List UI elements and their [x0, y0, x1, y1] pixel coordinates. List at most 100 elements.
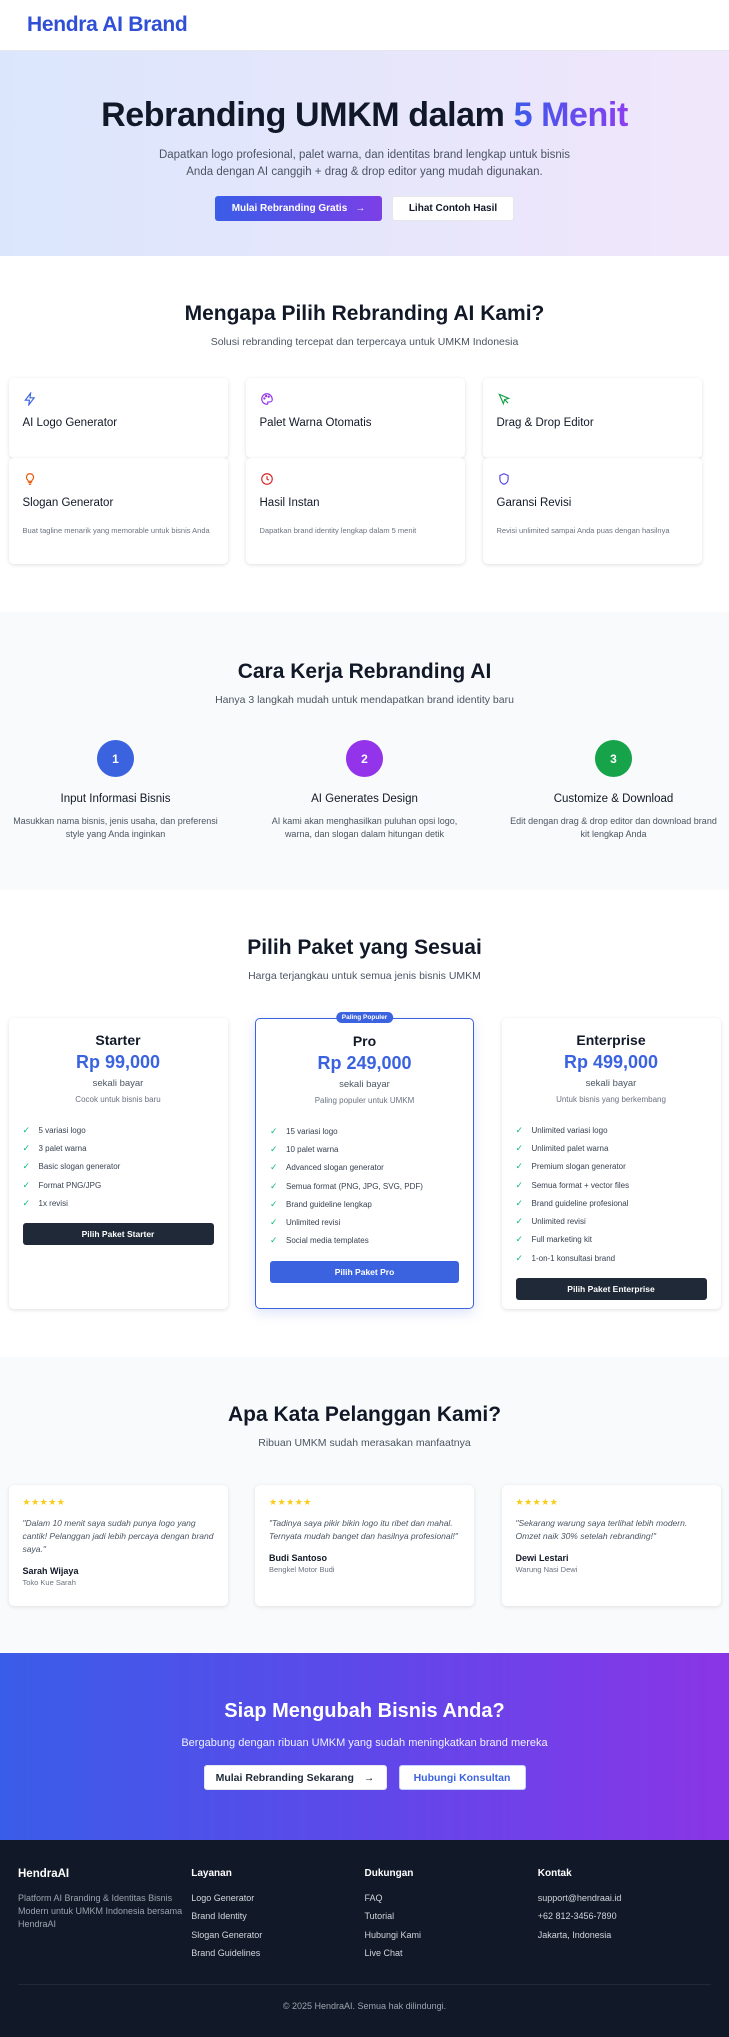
feature-title: Hasil Instan: [259, 497, 320, 509]
plan-desc: Untuk bisnis yang berkembang: [556, 1095, 666, 1104]
step-item: 2 AI Generates Design AI kami akan mengh…: [258, 740, 472, 841]
star-rating-icon: ★★★★★: [515, 1497, 559, 1507]
star-rating-icon: ★★★★★: [22, 1497, 66, 1507]
step-title: AI Generates Design: [311, 793, 418, 805]
plan-feature: ✓ Premium slogan generator: [516, 1158, 707, 1176]
pricing-title: Pilih Paket yang Sesuai: [247, 936, 482, 959]
feature-card: AI Logo Generator: [8, 378, 228, 458]
testimonial-business: Warung Nasi Dewi: [515, 1565, 578, 1574]
start-rebranding-button[interactable]: Mulai Rebranding Gratis →: [215, 196, 382, 221]
brand-logo[interactable]: Hendra AI Brand: [27, 13, 188, 37]
arrow-right-icon: →: [355, 203, 366, 214]
plan-feature: ✓ Basic slogan generator: [23, 1158, 214, 1176]
plan-feature-label: Semua format (PNG, JPG, SVG, PDF): [286, 1181, 423, 1191]
plan-price: Rp 249,000: [317, 1053, 412, 1073]
plan-feature-label: Premium slogan generator: [531, 1162, 626, 1172]
choose-pro-button[interactable]: Pilih Paket Pro: [270, 1261, 459, 1284]
features-grid: AI Logo Generator Palet Warna Otomatis D…: [8, 378, 721, 564]
testimonial-business: Toko Kue Sarah: [22, 1578, 76, 1587]
clock-icon: [260, 473, 273, 485]
arrow-right-icon: →: [363, 1771, 375, 1784]
hero-title-main: Rebranding UMKM dalam: [101, 96, 514, 134]
footer-columns: HendraAI Platform AI Branding & Identita…: [18, 1868, 711, 1962]
plan-feature-label: Brand guideline profesional: [531, 1198, 629, 1208]
feature-card: Palet Warna Otomatis: [245, 378, 465, 458]
footer-link[interactable]: Slogan Generator: [191, 1926, 364, 1944]
check-icon: ✓: [22, 1197, 31, 1208]
footer-brand-column: HendraAI Platform AI Branding & Identita…: [18, 1868, 191, 1962]
footer-link[interactable]: Brand Identity: [191, 1907, 364, 1925]
plan-feature-label: 1x revisi: [38, 1198, 68, 1208]
plan-card-enterprise: Enterprise Rp 499,000 sekali bayar Untuk…: [501, 1018, 721, 1309]
plan-feature-label: 3 palet warna: [38, 1143, 87, 1153]
plan-name: Starter: [95, 1032, 141, 1048]
feature-title: Palet Warna Otomatis: [259, 417, 372, 429]
footer-column-kontak: Kontak support@hendraai.id +62 812-3456-…: [538, 1868, 711, 1962]
check-icon: ✓: [515, 1179, 524, 1190]
plan-feature: ✓ Full marketing kit: [516, 1231, 707, 1249]
testimonials-title: Apa Kata Pelanggan Kami?: [227, 1403, 502, 1426]
footer-link[interactable]: Live Chat: [365, 1944, 538, 1962]
footer-link[interactable]: Logo Generator: [191, 1889, 364, 1907]
cta-subtitle: Bergabung dengan ribuan UMKM yang sudah …: [181, 1737, 548, 1749]
contact-consultant-button[interactable]: Hubungi Konsultan: [398, 1765, 526, 1790]
step-number: 1: [97, 740, 134, 777]
plan-feature-label: Unlimited revisi: [286, 1218, 341, 1228]
plan-feature: ✓ Semua format + vector files: [516, 1176, 707, 1194]
footer-link[interactable]: Brand Guidelines: [191, 1944, 364, 1962]
hero-title-accent: 5 Menit: [513, 96, 629, 134]
plan-feature: ✓ Advanced slogan generator: [270, 1159, 459, 1177]
star-rating-icon: ★★★★★: [269, 1497, 312, 1507]
footer-link[interactable]: Tutorial: [365, 1907, 538, 1925]
plan-feature: ✓ 3 palet warna: [23, 1139, 214, 1157]
plan-feature-label: Unlimited palet warna: [531, 1143, 609, 1153]
feature-desc: Revisi unlimited sampai Anda puas dengan…: [496, 526, 670, 535]
choose-enterprise-button[interactable]: Pilih Paket Enterprise: [515, 1278, 707, 1301]
feature-desc: Buat tagline menarik yang memorable untu…: [22, 526, 210, 535]
shield-icon: [498, 473, 509, 485]
footer-link[interactable]: Hubungi Kami: [365, 1926, 538, 1944]
view-examples-button[interactable]: Lihat Contoh Hasil: [392, 196, 514, 221]
plan-feature-label: Unlimited variasi logo: [531, 1125, 608, 1135]
footer-copyright: © 2025 HendraAI. Semua hak dilindungi.: [18, 1984, 711, 2011]
footer-phone[interactable]: +62 812-3456-7890: [538, 1907, 711, 1925]
testimonial-quote: "Tadinya saya pikir bikin logo itu ribet…: [269, 1518, 458, 1541]
plan-feature-label: Full marketing kit: [531, 1235, 592, 1245]
footer-email[interactable]: support@hendraai.id: [538, 1889, 711, 1907]
features-subtitle: Solusi rebranding tercepat dan terpercay…: [210, 336, 519, 348]
plan-feature-label: Unlimited revisi: [531, 1217, 586, 1227]
plan-name: Pro: [352, 1033, 377, 1049]
step-desc: AI kami akan menghasilkan puluhan opsi l…: [271, 816, 458, 839]
step-desc: Edit dengan drag & drop editor dan downl…: [510, 816, 717, 839]
check-icon: ✓: [270, 1235, 278, 1246]
step-number: 2: [346, 740, 383, 777]
plan-features: ✓ Unlimited variasi logo ✓ Unlimited palet…: [516, 1121, 707, 1267]
plan-feature: ✓ Unlimited palet warna: [516, 1139, 707, 1157]
check-icon: ✓: [515, 1124, 524, 1135]
footer-link[interactable]: FAQ: [365, 1889, 538, 1907]
testimonial-card: ★★★★★ "Tadinya saya pikir bikin logo itu…: [255, 1485, 474, 1606]
plan-card-pro: Paling Populer Pro Rp 249,000 sekali bay…: [255, 1012, 474, 1309]
check-icon: ✓: [515, 1234, 524, 1245]
plan-feature-label: Basic slogan generator: [38, 1162, 121, 1172]
check-icon: ✓: [515, 1161, 524, 1172]
footer-location: Jakarta, Indonesia: [537, 1929, 612, 1940]
plan-period: sekali bayar: [585, 1078, 637, 1089]
step-item: 3 Customize & Download Edit dengan drag …: [507, 740, 721, 841]
pricing-plans: Starter Rp 99,000 sekali bayar Cocok unt…: [8, 1012, 721, 1309]
plan-feature: ✓ Format PNG/JPG: [23, 1176, 214, 1194]
footer-heading: Kontak: [537, 1868, 572, 1879]
start-rebranding-label: Mulai Rebranding Gratis: [231, 203, 348, 214]
feature-card: Hasil Instan Dapatkan brand identity len…: [245, 458, 465, 564]
feature-title: AI Logo Generator: [22, 417, 118, 429]
testimonial-name: Budi Santoso: [269, 1553, 327, 1563]
start-rebranding-now-button[interactable]: Mulai Rebranding Sekarang →: [203, 1765, 387, 1790]
check-icon: ✓: [515, 1216, 524, 1227]
choose-starter-button[interactable]: Pilih Paket Starter: [22, 1223, 214, 1246]
plan-feature: ✓ 1-on-1 konsultasi brand: [516, 1249, 707, 1267]
cursor-icon: [497, 393, 510, 406]
testimonials-subtitle: Ribuan UMKM sudah merasakan manfaatnya: [258, 1437, 471, 1449]
feature-desc: Dapatkan brand identity lengkap dalam 5 …: [259, 526, 417, 535]
step-item: 1 Input Informasi Bisnis Masukkan nama b…: [9, 740, 223, 841]
step-title: Customize & Download: [553, 793, 674, 805]
